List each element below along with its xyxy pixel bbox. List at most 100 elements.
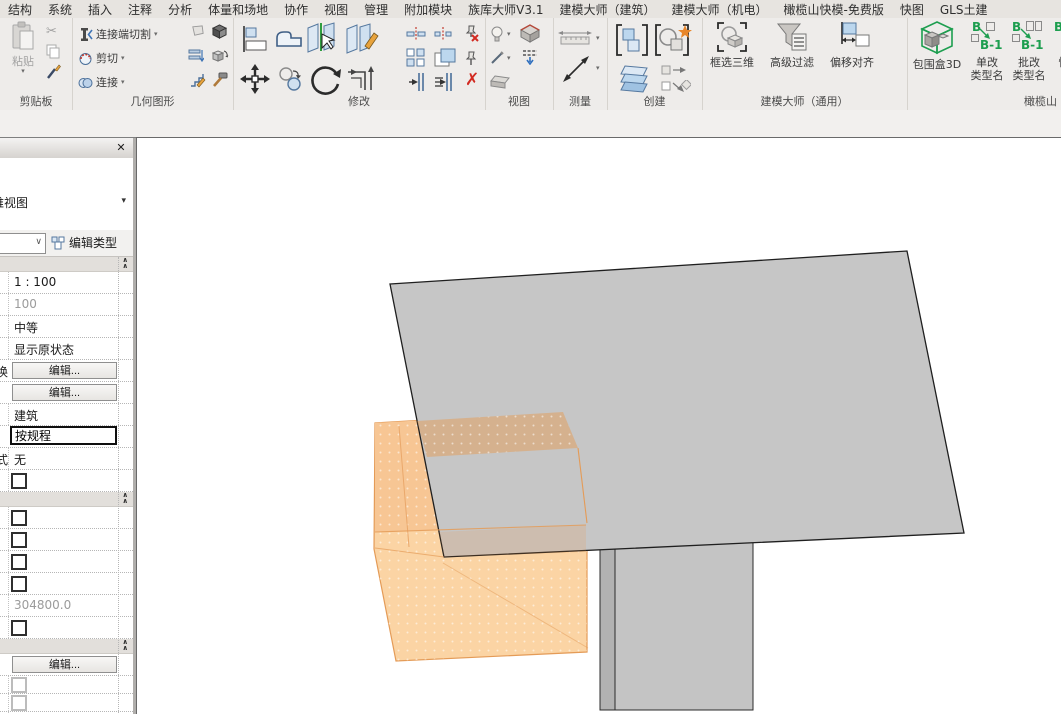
- tab-systems[interactable]: 系统: [40, 1, 80, 18]
- section-header-extents[interactable]: ∧∧: [0, 492, 133, 507]
- tab-structure[interactable]: 结构: [0, 1, 40, 18]
- collapse-icon[interactable]: ∧∧: [122, 639, 128, 651]
- trim-extend-icon[interactable]: [347, 64, 379, 94]
- tab-collaborate[interactable]: 协作: [276, 1, 316, 18]
- column-front-face[interactable]: [615, 539, 753, 710]
- wall-join-icon[interactable]: [408, 72, 428, 92]
- collapse-icon[interactable]: ∧∧: [122, 492, 128, 504]
- tab-modeling-master-arch[interactable]: 建模大师（建筑）: [551, 1, 663, 18]
- vg-overrides-edit-button[interactable]: 编辑...: [12, 362, 117, 379]
- prop-detail-level[interactable]: 中等: [0, 316, 133, 338]
- delete-icon[interactable]: ✗: [465, 74, 479, 87]
- locked-orientation-checkbox[interactable]: [11, 677, 27, 693]
- panel-measure-label[interactable]: 测量: [553, 93, 607, 109]
- joint-cut-dropdown-icon[interactable]: ▾: [154, 31, 158, 38]
- thin-lines-icon[interactable]: [490, 50, 505, 65]
- tab-insert[interactable]: 插入: [80, 1, 120, 18]
- quick-button[interactable]: B 快: [1049, 20, 1061, 69]
- tab-annotate[interactable]: 注释: [120, 1, 160, 18]
- palette-title-bar[interactable]: ✕: [0, 138, 133, 159]
- type-properties-brush-icon[interactable]: [46, 64, 62, 80]
- sun-path-checkbox[interactable]: [11, 473, 27, 489]
- align-icon[interactable]: [240, 24, 270, 54]
- pin-icon[interactable]: [464, 50, 479, 67]
- component-arrow-icon[interactable]: [661, 80, 691, 93]
- panel-view-label[interactable]: 视图: [485, 93, 553, 109]
- perspective-checkbox[interactable]: [11, 695, 27, 711]
- measure-dropdown-icon[interactable]: ▾: [596, 35, 600, 42]
- type-selector[interactable]: 维视图 ▾: [0, 158, 133, 231]
- edit-profile-icon[interactable]: [190, 72, 206, 88]
- tab-gls[interactable]: GLS土建: [932, 1, 996, 18]
- reveal-dropdown-icon[interactable]: ▾: [507, 31, 511, 38]
- measure-ruler-icon[interactable]: [558, 30, 592, 46]
- tab-family-master[interactable]: 族库大师V3.1: [460, 1, 551, 18]
- tab-olive-mountain[interactable]: 橄榄山快模-免费版: [775, 1, 891, 18]
- single-rename-type-button[interactable]: B B-1 单改 类型名: [967, 20, 1007, 82]
- prop-discipline[interactable]: 建筑: [0, 404, 133, 426]
- 3d-viewport[interactable]: [137, 138, 1061, 714]
- split-with-gap-icon[interactable]: [345, 22, 379, 54]
- prop-default-display-style[interactable]: 式 无: [0, 448, 133, 470]
- roof-slab[interactable]: [390, 251, 964, 557]
- cut-geometry-button[interactable]: 剪切 ▾: [78, 50, 125, 66]
- batch-rename-type-button[interactable]: B B-1 批改 类型名: [1009, 20, 1049, 82]
- panel-modify-label[interactable]: 修改: [233, 93, 485, 109]
- tab-quick-draw[interactable]: 快图: [892, 1, 932, 18]
- paste-dropdown-icon[interactable]: ▾: [21, 68, 25, 75]
- panel-mm-common-label[interactable]: 建模大师（通用）: [702, 93, 907, 109]
- section-header-graphics[interactable]: ∧∧: [0, 257, 133, 272]
- panel-create-label[interactable]: 创建: [607, 93, 702, 109]
- type-selector-dropdown-icon[interactable]: ▾: [121, 196, 126, 206]
- panel-clipboard-label[interactable]: 剪贴板: [0, 93, 72, 109]
- joint-cut-button[interactable]: 连接端切割 ▾: [78, 26, 158, 42]
- toggle-reveal-icon[interactable]: [490, 26, 504, 42]
- far-clip-checkbox[interactable]: [11, 576, 27, 592]
- show-hidden-lines-input[interactable]: [10, 426, 117, 445]
- orient-cube-icon[interactable]: [212, 48, 229, 63]
- default-3d-view-icon[interactable]: [519, 23, 541, 43]
- graphic-display-edit-button[interactable]: 编辑...: [12, 384, 117, 401]
- edit-type-button[interactable]: 编辑类型: [51, 232, 131, 253]
- bounding-box-3d-button[interactable]: 包围盒3D: [911, 20, 963, 71]
- element-filter-combo[interactable]: ∨: [0, 233, 46, 254]
- face-split-icon[interactable]: [190, 24, 205, 39]
- beam-join-icon[interactable]: [434, 72, 456, 92]
- align-dim-icon[interactable]: [406, 26, 426, 41]
- tab-modeling-master-mep[interactable]: 建模大师（机电）: [663, 1, 775, 18]
- prop-parts-visibility[interactable]: 显示原状态: [0, 338, 133, 360]
- thin-lines-dropdown-icon[interactable]: ▾: [507, 55, 511, 62]
- column-side-face[interactable]: [600, 545, 615, 710]
- floor-planes-icon[interactable]: [617, 62, 653, 94]
- wall-sweep-icon[interactable]: [188, 48, 204, 63]
- matchtype-squares-icon[interactable]: [406, 48, 426, 68]
- move-icon[interactable]: [240, 64, 270, 94]
- join-geometry-dropdown-icon[interactable]: ▾: [121, 79, 125, 86]
- advanced-filter-button[interactable]: 高级过滤: [764, 20, 820, 69]
- rendering-settings-edit-button[interactable]: 编辑...: [12, 656, 117, 673]
- prop-view-scale[interactable]: 1 : 100: [0, 272, 133, 294]
- view-box-icon[interactable]: [489, 74, 511, 90]
- paste-button[interactable]: 粘贴 ▾: [6, 21, 40, 75]
- cope-icon[interactable]: [274, 26, 304, 52]
- tab-massing-site[interactable]: 体量和场地: [200, 1, 276, 18]
- panel-geometry-label[interactable]: 几何图形: [72, 93, 233, 109]
- tab-addins[interactable]: 附加模块: [396, 1, 460, 18]
- collapse-icon[interactable]: ∧∧: [122, 257, 128, 269]
- crop-region-checkbox[interactable]: [11, 532, 27, 548]
- cut-icon[interactable]: ✂: [46, 24, 57, 39]
- close-icon[interactable]: ✕: [113, 140, 129, 155]
- join-geometry-button[interactable]: 连接 ▾: [78, 74, 125, 90]
- create-group-icon[interactable]: [615, 23, 649, 57]
- offset-align-button[interactable]: 偏移对齐: [822, 20, 882, 69]
- legend-component-icon[interactable]: [661, 64, 691, 77]
- dimension-dropdown-icon[interactable]: ▾: [596, 65, 600, 72]
- crop-view-checkbox[interactable]: [11, 510, 27, 526]
- annotation-crop-checkbox[interactable]: [11, 554, 27, 570]
- copy-icon[interactable]: [46, 44, 61, 59]
- hidden-lines-icon[interactable]: [521, 48, 539, 65]
- demolish-hammer-icon[interactable]: [212, 72, 229, 88]
- split-element-icon[interactable]: [306, 22, 340, 54]
- paint-surface-icon[interactable]: [434, 48, 456, 68]
- tab-manage[interactable]: 管理: [356, 1, 396, 18]
